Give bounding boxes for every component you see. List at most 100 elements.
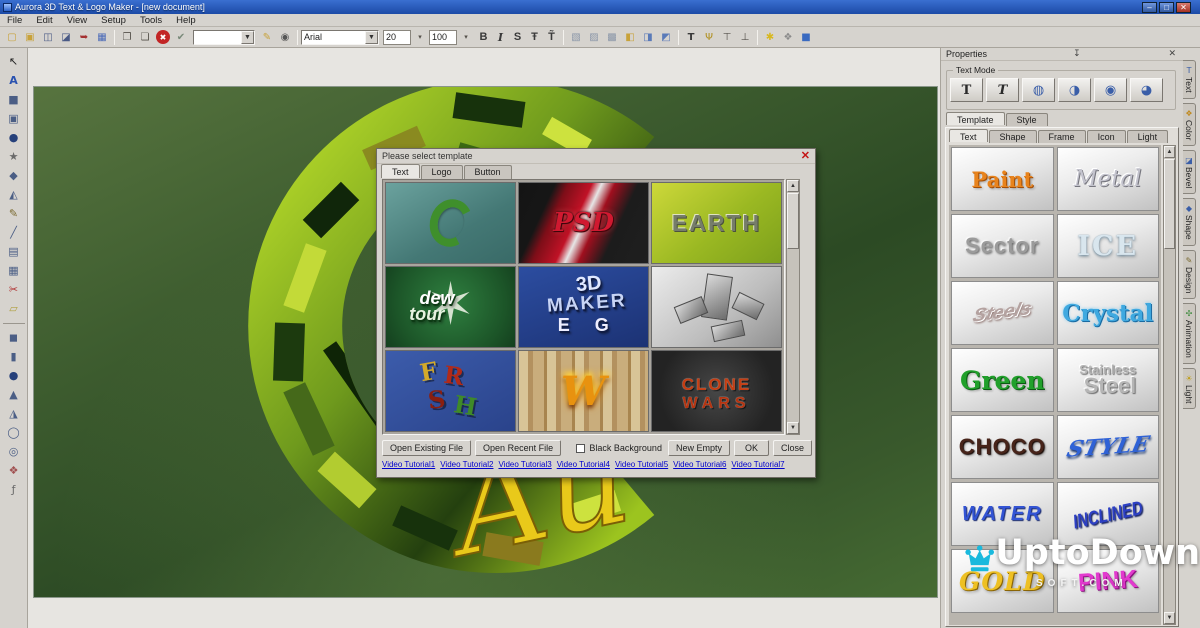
shadow-button[interactable]: S <box>509 29 526 46</box>
line-tool-icon[interactable]: ╱ <box>4 223 24 241</box>
style-thumb-steels[interactable]: Steels <box>951 281 1054 345</box>
tab-cat-frame[interactable]: Frame <box>1038 130 1086 143</box>
tab-cat-text[interactable]: Text <box>949 129 988 142</box>
sphere-mode-4-button[interactable]: ◕ <box>1141 83 1152 98</box>
template-thumb-3d-maker[interactable]: 3D MAKER E G <box>518 266 649 348</box>
style-thumb-style[interactable]: STYLE <box>1057 415 1160 479</box>
rounded-shape-icon[interactable]: ▣ <box>4 109 24 127</box>
style-thumb-metal[interactable]: Metal <box>1057 147 1160 211</box>
template-thumb-flaming-w[interactable]: W <box>518 350 649 432</box>
folder-tool-icon[interactable]: ▱ <box>4 299 24 317</box>
sphere-shape-icon[interactable]: ● <box>4 128 24 146</box>
scroll-down-icon[interactable]: ▼ <box>787 422 799 434</box>
title-bar[interactable]: Aurora 3D Text & Logo Maker - [new docum… <box>0 0 1200 14</box>
tab-button[interactable]: Button <box>464 165 512 179</box>
star-shape-icon[interactable]: ★ <box>4 147 24 165</box>
record-icon[interactable]: ◉ <box>276 29 294 46</box>
new-icon[interactable]: ▢ <box>3 29 21 46</box>
rect-shape-icon[interactable]: ■ <box>4 90 24 108</box>
tab-style[interactable]: Style <box>1006 113 1048 126</box>
torus-shape-icon[interactable]: ◎ <box>4 442 24 460</box>
close-window-button[interactable]: ✕ <box>1176 2 1191 13</box>
properties-header[interactable]: Properties ↧ ✕ <box>941 48 1183 61</box>
dock-tab-bevel[interactable]: ◪Bevel <box>1183 150 1196 194</box>
depth-field[interactable]: 100 <box>429 30 457 45</box>
ok-button[interactable]: OK <box>734 440 769 456</box>
pen-tool-icon[interactable]: ✎ <box>4 204 24 222</box>
template-thumb-blocks[interactable] <box>651 266 782 348</box>
font-size-spinner[interactable]: ▾ <box>411 29 429 46</box>
pin-icon[interactable]: ↧ <box>1071 49 1083 59</box>
pencil-icon[interactable]: ✎ <box>258 29 276 46</box>
style-thumb-ice[interactable]: ICE <box>1057 214 1160 278</box>
panel-close-icon[interactable]: ✕ <box>1166 49 1178 59</box>
depth-spinner[interactable]: ▾ <box>457 29 475 46</box>
arc-text-button[interactable]: T̃ <box>543 29 560 46</box>
select-tool-icon[interactable]: ↖ <box>4 52 24 70</box>
maximize-button[interactable]: □ <box>1159 2 1174 13</box>
video-tutorial-link-3[interactable]: Video Tutorial3 <box>498 460 551 469</box>
bold-button[interactable]: B <box>475 29 492 46</box>
dock-tab-text[interactable]: TText <box>1183 60 1196 99</box>
tab-text[interactable]: Text <box>381 164 420 178</box>
axis-icon[interactable]: ◨ <box>639 29 657 46</box>
dialog-title-bar[interactable]: Please select template ✕ <box>377 149 815 164</box>
open-icon[interactable]: ▣ <box>21 29 39 46</box>
style-thumb-paint[interactable]: Paint <box>951 147 1054 211</box>
video-tutorial-link-7[interactable]: Video Tutorial7 <box>731 460 784 469</box>
node-edit-icon[interactable]: ◭ <box>4 185 24 203</box>
font-size-field[interactable]: 20 <box>383 30 411 45</box>
font-combo-arrow[interactable]: ▼ <box>365 31 378 44</box>
tab-cat-shape[interactable]: Shape <box>989 130 1037 143</box>
scroll-up-icon[interactable]: ▲ <box>787 180 799 192</box>
video-tutorial-link-1[interactable]: Video Tutorial1 <box>382 460 435 469</box>
cube-shape-icon[interactable]: ◼ <box>4 328 24 346</box>
scroll-up-icon[interactable]: ▲ <box>1164 146 1175 158</box>
copy-icon[interactable]: ❐ <box>118 29 136 46</box>
video-tutorial-link-4[interactable]: Video Tutorial4 <box>557 460 610 469</box>
menu-help[interactable]: Help <box>169 15 203 26</box>
video-tutorial-link-5[interactable]: Video Tutorial5 <box>615 460 668 469</box>
text-3d-icon[interactable]: T <box>682 29 700 46</box>
delete-icon[interactable]: ✖ <box>156 30 170 44</box>
font-family-combo[interactable]: Arial ▼ <box>301 30 379 45</box>
menu-view[interactable]: View <box>60 15 94 26</box>
sphere-mode-1-button[interactable]: ◍ <box>1033 83 1044 98</box>
dock-tab-animation[interactable]: ✣Animation <box>1183 303 1196 364</box>
dock-tab-shape[interactable]: ◆Shape <box>1183 198 1196 246</box>
style-thumb-sector[interactable]: Sector <box>951 214 1054 278</box>
sphere-mode-2-button[interactable]: ◑ <box>1069 83 1080 98</box>
video-tutorial-link-2[interactable]: Video Tutorial2 <box>440 460 493 469</box>
sphere-mode-3-button[interactable]: ◉ <box>1105 83 1116 98</box>
italic-button[interactable]: I <box>492 29 509 46</box>
open-recent-file-button[interactable]: Open Recent File <box>475 440 561 456</box>
style-thumb-crystal[interactable]: Crystal <box>1057 281 1160 345</box>
solid-icon[interactable]: ▨ <box>585 29 603 46</box>
ring-shape-icon[interactable]: ◯ <box>4 423 24 441</box>
paste-icon[interactable]: ❏ <box>136 29 154 46</box>
text-tool-icon[interactable]: A <box>4 71 24 89</box>
style-thumb-stainless-steel[interactable]: Stainless Steel <box>1057 348 1160 412</box>
image-icon[interactable]: ▦ <box>93 29 111 46</box>
scroll-thumb[interactable] <box>787 193 799 249</box>
extrude-icon[interactable]: ⊤ <box>718 29 736 46</box>
close-button[interactable]: Close <box>773 440 812 456</box>
material-tool-icon[interactable]: ❖ <box>4 461 24 479</box>
template-thumb-dew-tour[interactable]: ✶ dew tour <box>385 266 516 348</box>
apply-icon[interactable]: ✔ <box>172 29 190 46</box>
slanted-text-mode-button[interactable]: T <box>986 78 1019 102</box>
tab-cat-light[interactable]: Light <box>1127 130 1169 143</box>
scroll-thumb[interactable] <box>1164 159 1175 249</box>
template-thumb-psd[interactable]: PSD <box>518 182 649 264</box>
template-thumb-earth[interactable]: EARTH <box>651 182 782 264</box>
dock-tab-color[interactable]: ❖Color <box>1183 103 1196 146</box>
template-thumb-fresh[interactable]: F R S H <box>385 350 516 432</box>
scroll-down-icon[interactable]: ▼ <box>1164 612 1175 624</box>
open-existing-file-button[interactable]: Open Existing File <box>382 440 471 456</box>
dialog-close-icon[interactable]: ✕ <box>801 151 810 162</box>
save-icon[interactable]: ◫ <box>39 29 57 46</box>
style-thumb-choco[interactable]: CHOCO <box>951 415 1054 479</box>
texture-tool-icon[interactable]: ▤ <box>4 242 24 260</box>
grid-icon[interactable]: ◧ <box>621 29 639 46</box>
preset-combo[interactable]: ▼ <box>193 30 255 45</box>
